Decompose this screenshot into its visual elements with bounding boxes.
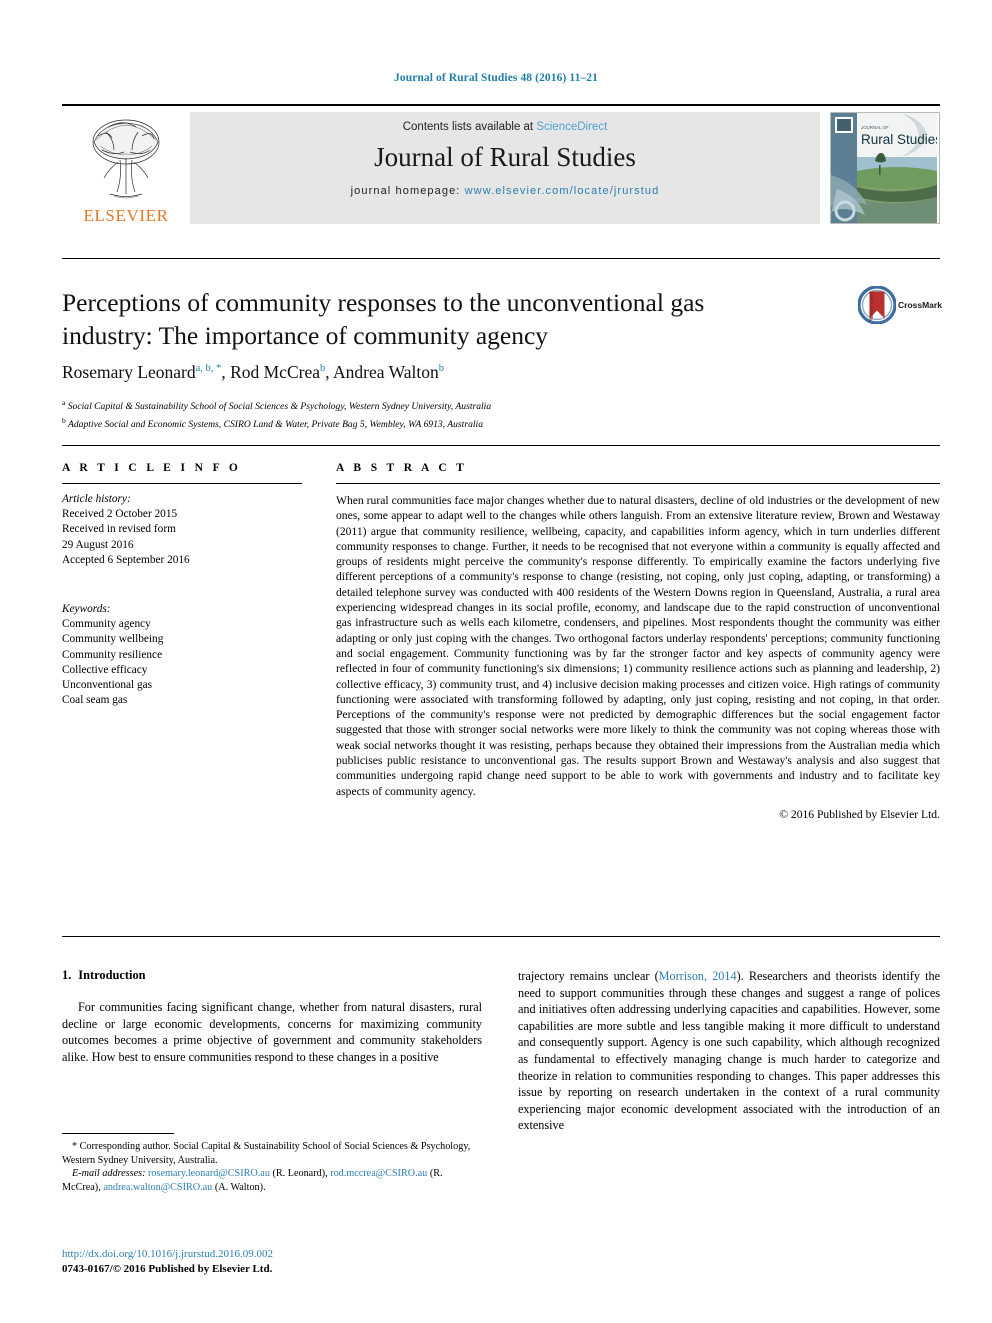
keyword-3: Collective efficacy (62, 663, 148, 676)
cover-artwork: JOURNAL OF Rural Studies (831, 113, 939, 223)
crossmark-badge[interactable]: CrossMark (857, 285, 944, 330)
keyword-1: Community wellbeing (62, 633, 164, 646)
history-item-1: Received in revised form (62, 523, 176, 536)
journal-cover-thumbnail[interactable]: JOURNAL OF Rural Studies (830, 112, 940, 224)
affiliation-text-b: Adaptive Social and Economic Systems, CS… (67, 418, 483, 430)
article-info-heading: A R T I C L E I N F O (62, 462, 242, 474)
email-link-1[interactable]: rosemary.leonard@CSIRO.au (148, 1168, 270, 1179)
body-column-left: 1. Introduction For communities facing si… (62, 968, 482, 1065)
article-title: Perceptions of community responses to th… (62, 288, 705, 350)
journal-title: Journal of Rural Studies (374, 142, 636, 172)
history-item-0: Received 2 October 2015 (62, 508, 178, 521)
affiliation-mark-b: b (62, 415, 66, 425)
abstract-column: A B S T R A C T When rural communities f… (336, 462, 940, 821)
history-item-2: 29 August 2016 (62, 538, 134, 551)
affiliation-mark-a: a (62, 398, 66, 407)
footnote-divider (62, 1133, 174, 1134)
email-addresses-note: E-mail addresses: rosemary.leonard@CSIRO… (62, 1168, 443, 1193)
author-marks-1: a, b, * (195, 363, 222, 375)
email-addresses-label: E-mail addresses: (72, 1168, 146, 1180)
article-history-label: Article history: (62, 493, 131, 505)
intro-paragraph-left: For communities facing significant chang… (62, 1000, 482, 1064)
title-divider (62, 258, 940, 259)
info-divider (62, 445, 940, 446)
history-item-3: Accepted 6 September 2016 (62, 553, 190, 566)
affiliation-a: a Social Capital & Sustainability School… (62, 396, 862, 414)
elsevier-logo: ELSEVIER (62, 106, 190, 228)
running-head: Journal of Rural Studies 48 (2016) 11–21 (394, 72, 598, 84)
elsevier-wordmark: ELSEVIER (83, 206, 169, 225)
author-name-2: Rod McCrea (230, 362, 320, 382)
article-info-rule (62, 483, 302, 484)
abstract-rule (336, 483, 940, 484)
author-name-1: Rosemary Leonard (62, 362, 196, 382)
body-column-right: trajectory remains unclear (Morrison, 20… (518, 968, 940, 1134)
keyword-4: Unconventional gas (62, 679, 153, 692)
keyword-2: Community resilience (62, 648, 163, 661)
keyword-list: Keywords: Community agency Community wel… (62, 602, 302, 708)
paper-page: Journal of Rural Studies 48 (2016) 11–21 (0, 0, 992, 1323)
author-marks-3: b (438, 363, 444, 375)
svg-text:Rural Studies: Rural Studies (861, 132, 937, 147)
email-link-3[interactable]: andrea.walton@CSIRO.au (103, 1182, 212, 1193)
section-title: Introduction (78, 968, 146, 982)
intro-paragraph-right: trajectory remains unclear (Morrison, 20… (518, 968, 940, 1134)
footnote-block: * Corresponding author. Social Capital &… (62, 1140, 482, 1194)
body-divider (62, 936, 940, 937)
author-list: Rosemary Leonarda, b, *, Rod McCreab, An… (62, 362, 444, 382)
journal-homepage-line: journal homepage: www.elsevier.com/locat… (190, 173, 820, 197)
contents-box: Contents lists available at ScienceDirec… (190, 112, 820, 224)
keyword-5: Coal seam gas (62, 694, 128, 707)
email-owner-1: (R. Leonard) (272, 1168, 326, 1180)
keyword-0: Community agency (62, 618, 151, 631)
abstract-heading: A B S T R A C T (336, 462, 468, 474)
homepage-url-link[interactable]: www.elsevier.com/locate/jrurstud (465, 185, 660, 197)
citation-morrison-2014[interactable]: Morrison, 2014 (659, 969, 737, 983)
svg-text:JOURNAL OF: JOURNAL OF (861, 125, 889, 130)
section-heading-introduction: 1. Introduction (62, 968, 482, 983)
contents-available-line: Contents lists available at ScienceDirec… (190, 112, 820, 133)
journal-masthead: ELSEVIER Contents lists available at Sci… (62, 104, 940, 228)
article-info-column: A R T I C L E I N F O Article history: R… (62, 462, 302, 708)
keywords-label: Keywords: (62, 603, 111, 616)
elsevier-tree-icon (92, 119, 160, 199)
crossmark-icon (857, 285, 897, 325)
sciencedirect-link[interactable]: ScienceDirect (536, 121, 607, 133)
issn-copyright-line: 0743-0167/© 2016 Published by Elsevier L… (62, 1263, 273, 1275)
doi-block: http://dx.doi.org/10.1016/j.jrurstud.201… (62, 1247, 482, 1277)
intro-right-suffix: ). Researchers and theorists identify th… (518, 969, 940, 1133)
affiliation-b: b Adaptive Social and Economic Systems, … (62, 414, 862, 432)
contents-prefix: Contents lists available at (402, 121, 534, 133)
abstract-text: When rural communities face major change… (336, 494, 940, 798)
affiliation-list: a Social Capital & Sustainability School… (62, 396, 862, 431)
section-number: 1. (62, 968, 72, 982)
affiliation-text-a: Social Capital & Sustainability School o… (67, 401, 492, 413)
intro-right-prefix: trajectory remains unclear ( (518, 969, 659, 983)
author-marks-2: b (319, 363, 326, 375)
homepage-prefix: journal homepage: (350, 185, 461, 197)
corresponding-author-note: * Corresponding author. Social Capital &… (62, 1141, 471, 1166)
email-owner-3: (A. Walton) (214, 1181, 264, 1193)
abstract-copyright: © 2016 Published by Elsevier Ltd. (779, 807, 940, 821)
author-name-3: Andrea Walton (333, 362, 439, 382)
doi-link[interactable]: http://dx.doi.org/10.1016/j.jrurstud.201… (62, 1247, 482, 1262)
crossmark-label: CrossMark (898, 300, 942, 310)
email-link-2[interactable]: rod.mccrea@CSIRO.au (330, 1168, 427, 1179)
article-history: Article history: Received 2 October 2015… (62, 492, 302, 568)
